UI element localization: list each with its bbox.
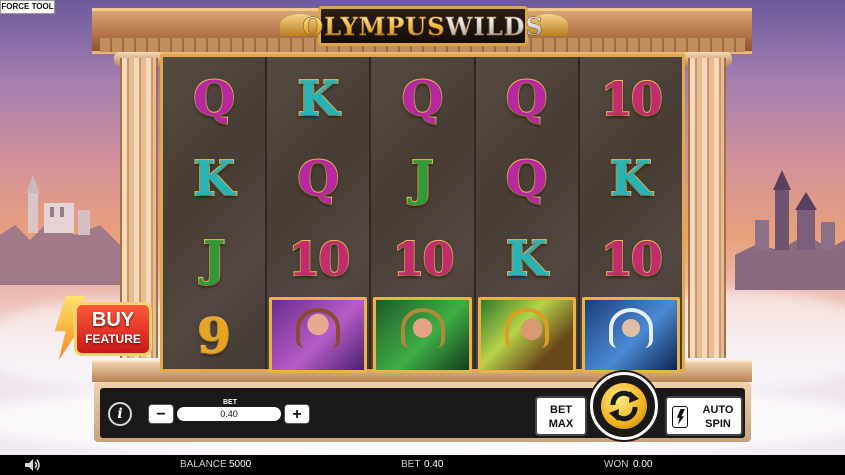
status-bet-value: 0.40 bbox=[424, 459, 444, 470]
buy-feature-button[interactable]: BUY FEATURE bbox=[52, 296, 154, 360]
reel-symbol: 10 bbox=[580, 219, 682, 298]
reel-symbol: J bbox=[371, 139, 473, 218]
symbol-10: 10 bbox=[600, 71, 664, 126]
reel-symbol: K bbox=[476, 219, 578, 298]
reel-symbol: 10 bbox=[580, 59, 682, 138]
symbol-j: J bbox=[410, 150, 435, 207]
reel-5: 10 K 10 bbox=[579, 57, 683, 373]
reel-3: Q J 10 bbox=[371, 57, 476, 373]
auto-spin-label: AUTO SPIN bbox=[695, 403, 741, 431]
status-bar: BALANCE 5000 BET 0.40 WON 0.00 bbox=[0, 455, 845, 475]
won-label: WON bbox=[604, 459, 629, 470]
symbol-k: K bbox=[192, 150, 236, 207]
reel-symbol: K bbox=[580, 139, 682, 218]
reel-symbol: K bbox=[267, 59, 369, 138]
bet-max-line1: BET bbox=[550, 404, 572, 416]
bet-max-button[interactable]: BET MAX bbox=[535, 396, 587, 436]
reel-symbol: Q bbox=[476, 59, 578, 138]
reel-symbol: Q bbox=[163, 59, 265, 138]
reel-symbol: 9 bbox=[163, 297, 265, 376]
symbol-k: K bbox=[505, 230, 549, 287]
symbol-j: J bbox=[202, 230, 227, 287]
symbol-k: K bbox=[609, 150, 653, 207]
symbol-q: Q bbox=[505, 70, 549, 127]
buy-feature-badge: BUY FEATURE bbox=[74, 302, 152, 356]
artemis-portrait bbox=[269, 297, 368, 373]
left-castle-illustration bbox=[0, 175, 120, 285]
auto-spin-line1: AUTO bbox=[702, 404, 734, 416]
symbol-q: Q bbox=[192, 70, 236, 127]
feature-label: FEATURE bbox=[85, 332, 141, 346]
symbol-9: 9 bbox=[196, 308, 231, 365]
reel-symbol: Q bbox=[476, 139, 578, 218]
spin-button-face bbox=[601, 383, 647, 429]
buy-label: BUY bbox=[91, 309, 135, 331]
refresh-arrows-icon bbox=[609, 390, 639, 422]
reel-grid: Q K J 9 K Q 10 Q J 10 Q Q K 10 K 10 bbox=[160, 54, 685, 373]
reel-2: K Q 10 bbox=[267, 57, 372, 373]
speaker-icon[interactable] bbox=[25, 459, 41, 471]
reel-symbol: 10 bbox=[371, 219, 473, 298]
auto-spin-line2: SPIN bbox=[705, 418, 731, 430]
reel-1: QKJ 9 bbox=[163, 57, 268, 369]
bet-increase-button[interactable]: + bbox=[284, 404, 310, 424]
symbol-10: 10 bbox=[600, 231, 664, 286]
right-castle-illustration bbox=[735, 170, 845, 290]
symbol-q: Q bbox=[505, 150, 549, 207]
reel-symbol: J bbox=[163, 219, 265, 298]
bet-label: BET bbox=[223, 399, 237, 406]
bet-max-line2: MAX bbox=[548, 418, 574, 430]
game-logo: OLYMPUS WILDS bbox=[302, 6, 543, 46]
logo-text-olympus: OLYMPUS bbox=[302, 11, 446, 41]
won-value: 0.00 bbox=[633, 459, 653, 470]
auto-spin-button[interactable]: AUTO SPIN bbox=[665, 396, 743, 436]
reel-4: QQK bbox=[475, 57, 580, 373]
reel-symbol: Q bbox=[267, 139, 369, 218]
symbol-k: K bbox=[296, 70, 340, 127]
symbol-10: 10 bbox=[287, 231, 351, 286]
status-bet-label: BET bbox=[401, 459, 421, 470]
balance-label: BALANCE bbox=[180, 459, 227, 470]
info-button[interactable]: i bbox=[108, 402, 132, 426]
right-column bbox=[688, 58, 726, 358]
reel-symbol: K bbox=[163, 139, 265, 218]
logo-text-wilds: WILDS bbox=[445, 11, 544, 41]
auto-spin-icon bbox=[672, 406, 688, 428]
spin-button[interactable] bbox=[590, 372, 658, 440]
poseidon-portrait bbox=[581, 297, 681, 373]
hades-portrait bbox=[477, 297, 576, 373]
balance-value: 5000 bbox=[229, 459, 252, 470]
symbol-q: Q bbox=[296, 150, 340, 207]
bet-value-field: 0.40 bbox=[177, 407, 281, 421]
reel-symbol: Q bbox=[371, 59, 473, 138]
symbol-q: Q bbox=[401, 70, 445, 127]
reel-symbol: 10 bbox=[267, 219, 369, 298]
symbol-10: 10 bbox=[391, 231, 455, 286]
force-tool-label[interactable]: FORCE TOOL bbox=[0, 0, 55, 14]
bet-decrease-button[interactable]: − bbox=[148, 404, 174, 424]
athena-portrait bbox=[373, 297, 472, 373]
